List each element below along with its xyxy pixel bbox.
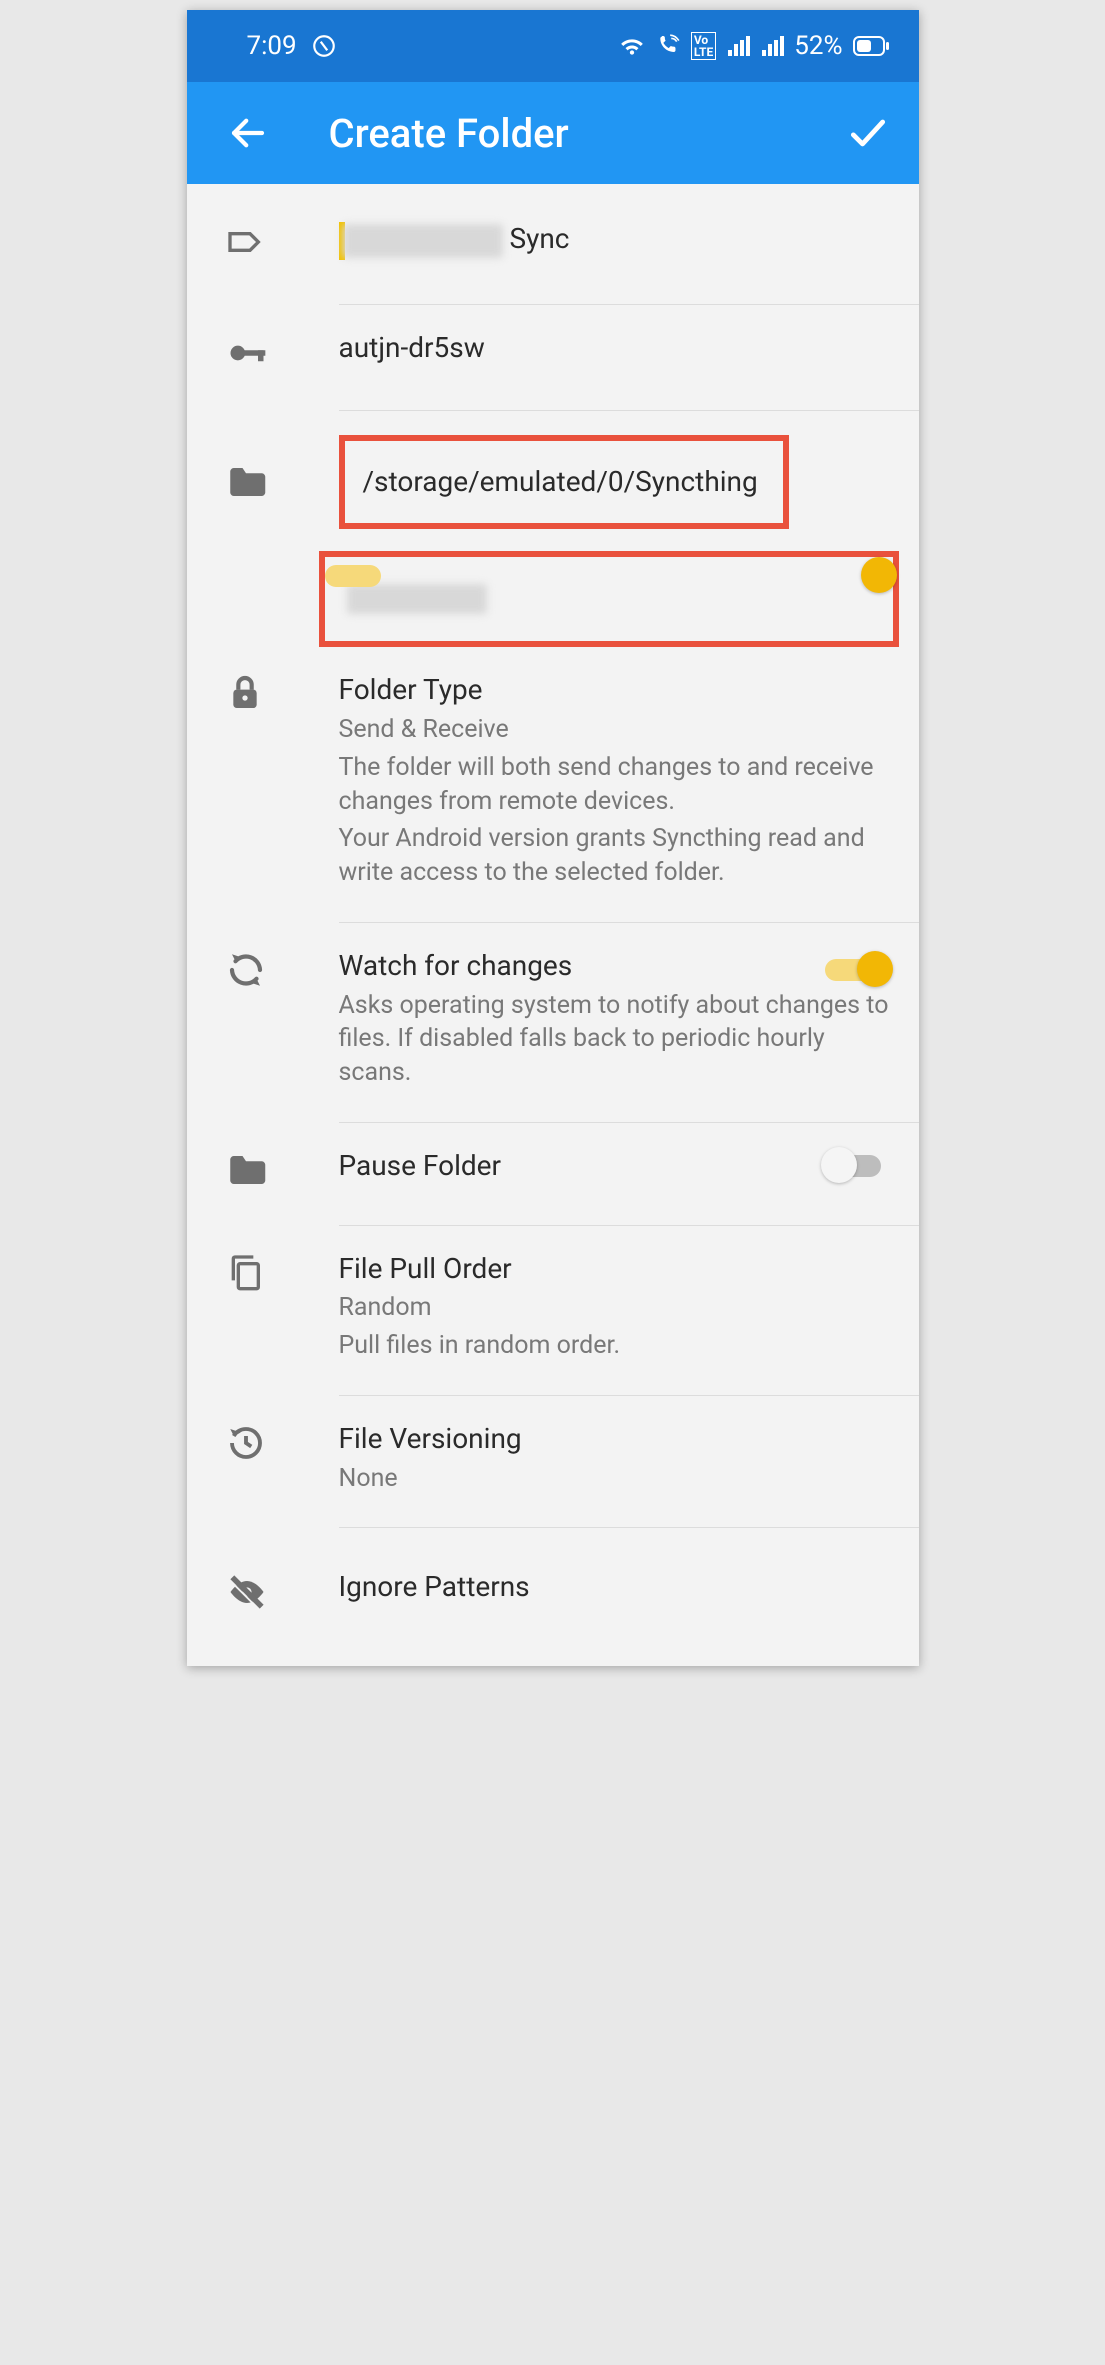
wifi-calling-icon (655, 33, 681, 59)
folder-type-desc2: Your Android version grants Syncthing re… (339, 822, 899, 890)
lock-icon (225, 673, 265, 713)
sync-indicator-icon (311, 33, 337, 59)
pull-title: File Pull Order (339, 1250, 899, 1288)
phone-frame: 7:09 VoLTE 52% Create Folder (187, 10, 919, 1666)
history-icon (225, 1422, 267, 1464)
status-bar: 7:09 VoLTE 52% (187, 10, 919, 82)
pause-folder-row[interactable]: Pause Folder (187, 1147, 919, 1226)
pause-toggle[interactable] (825, 1147, 889, 1183)
page-title: Create Folder (329, 110, 845, 157)
pause-title: Pause Folder (339, 1147, 899, 1185)
battery-icon (853, 36, 889, 56)
pull-desc: Pull files in random order. (339, 1329, 899, 1363)
device-name: XXXXXXXX (347, 584, 487, 614)
signal-icon-2 (760, 34, 784, 58)
folder-type-value: Send & Receive (339, 713, 899, 747)
folder-label-value: XXXXXXXX Sync (339, 220, 899, 260)
folder-type-desc1: The folder will both send changes to and… (339, 751, 899, 819)
pull-value: Random (339, 1291, 899, 1325)
versioning-value: None (339, 1462, 899, 1496)
volte-icon: VoLTE (691, 32, 716, 60)
watch-title: Watch for changes (339, 947, 899, 985)
device-highlight: XXXXXXXX (319, 551, 899, 647)
copy-icon (225, 1252, 265, 1292)
status-time: 7:09 (247, 31, 297, 61)
check-icon (846, 111, 890, 155)
confirm-button[interactable] (845, 110, 891, 156)
eye-off-icon (225, 1570, 269, 1614)
folder-type-row[interactable]: Folder Type Send & Receive The folder wi… (187, 671, 919, 923)
folder-icon (225, 1149, 267, 1191)
folder-path-value: /storage/emulated/0/Syncthing (363, 463, 765, 501)
battery-percent: 52% (794, 31, 842, 61)
versioning-row[interactable]: File Versioning None (187, 1420, 919, 1529)
folder-id-value: autjn-dr5sw (339, 329, 899, 367)
device-share-toggle[interactable] (807, 581, 871, 617)
app-bar: Create Folder (187, 82, 919, 184)
watch-changes-row[interactable]: Watch for changes Asks operating system … (187, 947, 919, 1123)
folder-type-title: Folder Type (339, 671, 899, 709)
versioning-title: File Versioning (339, 1420, 899, 1458)
settings-list: XXXXXXXX Sync autjn-dr5sw /storage/emula… (187, 184, 919, 1666)
folder-id-row[interactable]: autjn-dr5sw (187, 329, 919, 412)
wifi-icon (619, 33, 645, 59)
folder-icon (225, 461, 267, 503)
key-icon (225, 331, 269, 375)
sync-icon (225, 949, 267, 991)
ignore-patterns-row[interactable]: Ignore Patterns (187, 1568, 919, 1666)
signal-icon-1 (726, 34, 750, 58)
folder-path-row[interactable]: /storage/emulated/0/Syncthing (187, 435, 919, 529)
pull-order-row[interactable]: File Pull Order Random Pull files in ran… (187, 1250, 919, 1396)
back-button[interactable] (225, 110, 271, 156)
watch-desc: Asks operating system to notify about ch… (339, 989, 899, 1090)
arrow-back-icon (227, 112, 269, 154)
label-icon (225, 222, 265, 262)
folder-label-row[interactable]: XXXXXXXX Sync (187, 220, 919, 305)
device-share-row[interactable]: XXXXXXXX (187, 551, 919, 647)
ignore-title: Ignore Patterns (339, 1568, 899, 1606)
path-highlight: /storage/emulated/0/Syncthing (339, 435, 789, 529)
watch-toggle[interactable] (825, 951, 889, 987)
